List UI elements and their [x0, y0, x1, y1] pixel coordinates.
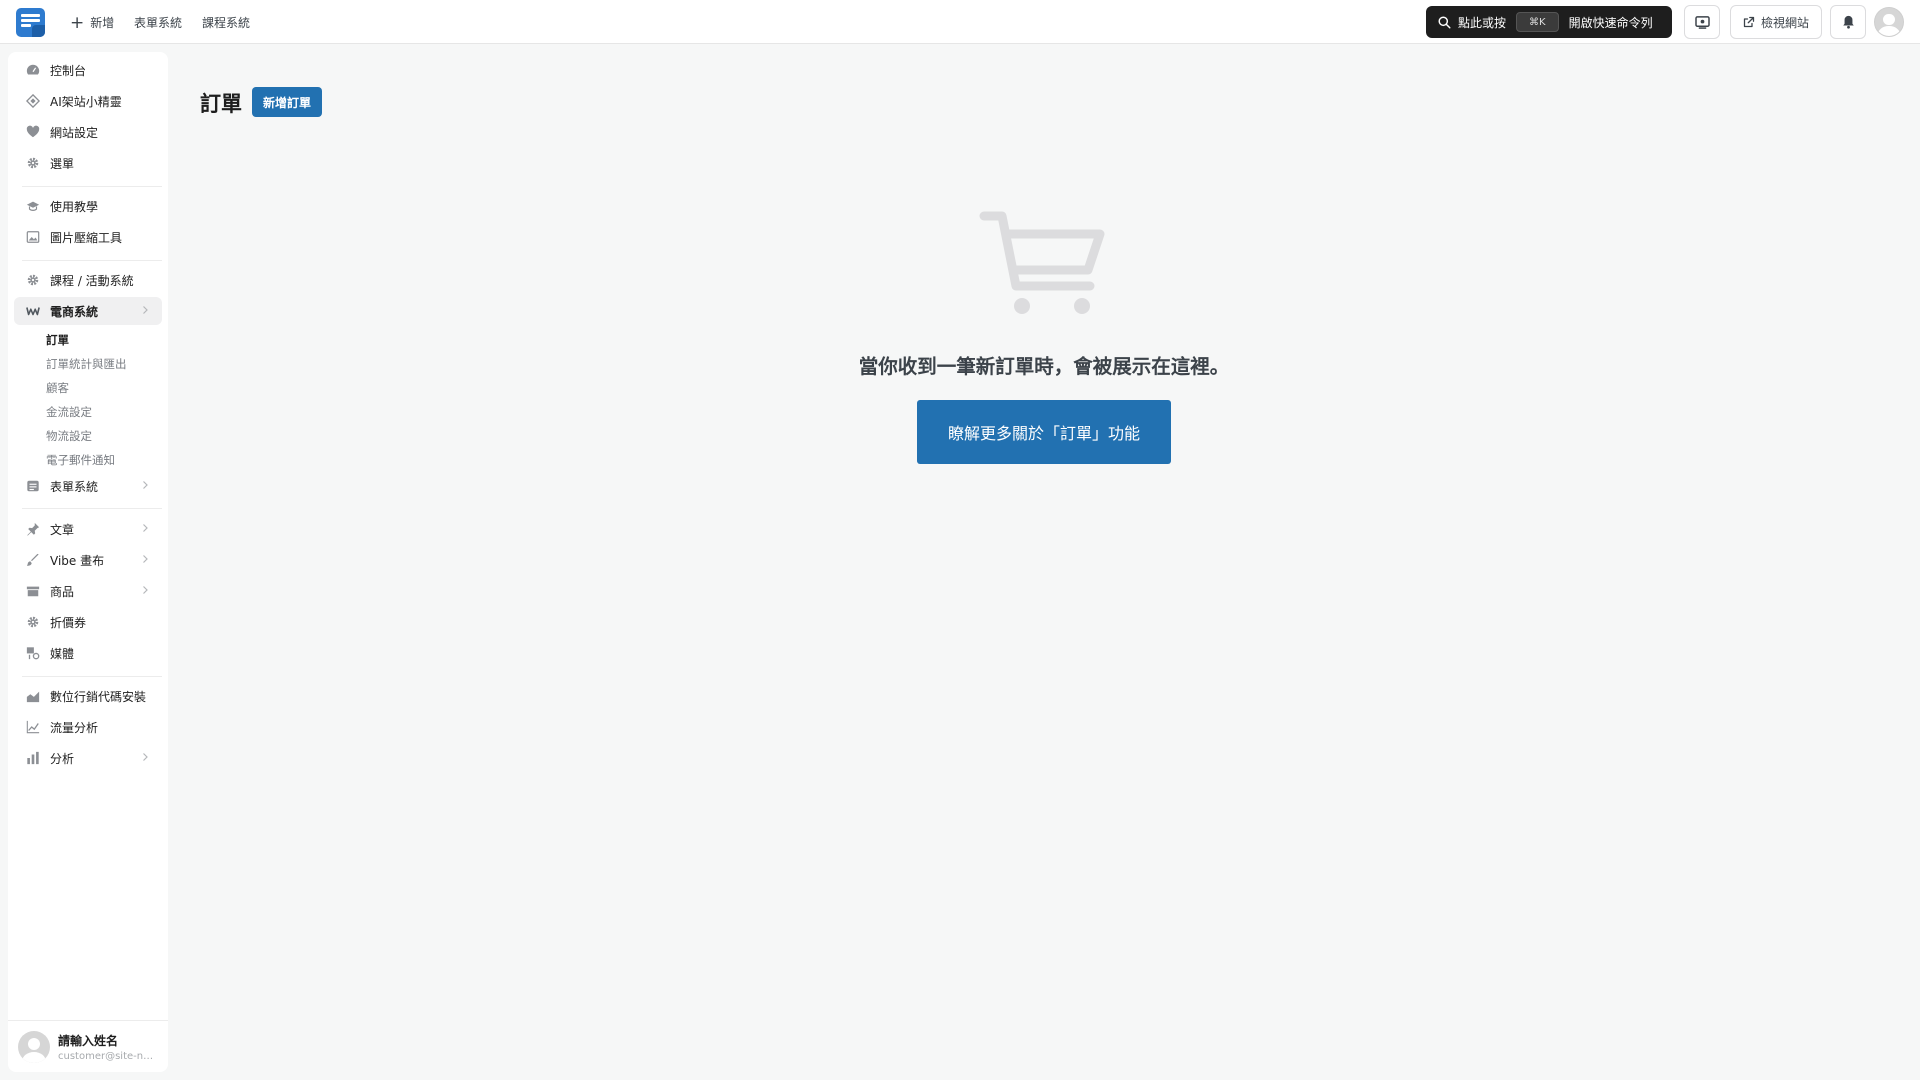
- gear-icon: [26, 615, 40, 629]
- shortcut-key: ⌘K: [1516, 12, 1559, 32]
- sidebar-item-media[interactable]: 媒體: [14, 639, 162, 667]
- bar-chart-icon: [26, 751, 40, 765]
- sidebar: 控制台 AI架站小精靈 網站設定 選單 使用教學 圖片壓縮工具 課程 / 活動系…: [8, 52, 168, 1072]
- sidebar-item-products[interactable]: 商品: [14, 577, 162, 605]
- image-compress-icon: [26, 230, 40, 244]
- notifications-button[interactable]: [1830, 5, 1866, 39]
- shopping-cart-icon: [979, 211, 1105, 314]
- sidebar-item-ecommerce[interactable]: 電商系統: [14, 297, 162, 325]
- sidebar-item-posts[interactable]: 文章: [14, 515, 162, 543]
- sidebar-item-forms[interactable]: 表單系統: [14, 472, 162, 500]
- learn-more-button[interactable]: 瞭解更多關於「訂單」功能: [917, 400, 1171, 464]
- ai-wizard-icon: [26, 94, 40, 108]
- avatar: [18, 1030, 50, 1063]
- pin-icon: [26, 522, 40, 536]
- sidebar-divider: [22, 676, 162, 677]
- page-title: 訂單: [200, 92, 242, 116]
- courses-system-link[interactable]: 課程系統: [202, 14, 250, 31]
- search-icon: [1438, 15, 1451, 29]
- form-icon: [26, 479, 40, 493]
- woo-icon: [26, 304, 40, 318]
- site-logo-icon[interactable]: [16, 8, 45, 37]
- sidebar-item-analytics[interactable]: 分析: [14, 744, 162, 772]
- view-site-button[interactable]: 檢視網站: [1730, 5, 1822, 39]
- sidebar-item-image-compress[interactable]: 圖片壓縮工具: [14, 223, 162, 251]
- line-chart-icon: [26, 720, 40, 734]
- user-name: 請輸入姓名: [58, 1033, 119, 1048]
- sidebar-item-menu[interactable]: 選單: [14, 149, 162, 177]
- chevron-right-icon: [143, 586, 148, 594]
- sidebar-item-dashboard[interactable]: 控制台: [14, 56, 162, 84]
- submenu-item-orders[interactable]: 訂單: [46, 332, 69, 348]
- brush-icon: [26, 553, 40, 567]
- sidebar-item-marketing-code[interactable]: 數位行銷代碼安裝: [14, 682, 162, 710]
- sidebar-divider: [22, 508, 162, 509]
- submenu-item-payment-settings[interactable]: 金流設定: [46, 404, 92, 420]
- sidebar-item-ai-wizard[interactable]: AI架站小精靈: [14, 87, 162, 115]
- sidebar-user-profile[interactable]: 請輸入姓名 customer@site-name.com: [8, 1020, 168, 1072]
- submenu-item-email-notifications[interactable]: 電子郵件通知: [46, 452, 115, 468]
- sidebar-item-traffic-analytics[interactable]: 流量分析: [14, 713, 162, 741]
- new-button[interactable]: + 新增: [70, 14, 114, 31]
- heart-icon: [26, 125, 40, 139]
- add-order-button[interactable]: 新增訂單: [252, 87, 323, 117]
- user-email: customer@site-name.com: [58, 1050, 158, 1062]
- chevron-right-icon: [143, 481, 148, 489]
- top-bar: + 新增 表單系統 課程系統 點此或按 ⌘K 開啟快速命令列 檢視網站: [0, 0, 1920, 44]
- sidebar-item-coupons[interactable]: 折價券: [14, 608, 162, 636]
- submenu-item-customers[interactable]: 顧客: [46, 380, 69, 396]
- command-palette-button[interactable]: 點此或按 ⌘K 開啟快速命令列: [1426, 6, 1672, 38]
- gear-icon: [26, 273, 40, 287]
- sidebar-item-site-settings[interactable]: 網站設定: [14, 118, 162, 146]
- media-icon: [26, 646, 40, 660]
- submenu-item-shipping-settings[interactable]: 物流設定: [46, 428, 92, 444]
- external-link-icon: [1743, 16, 1755, 28]
- sidebar-item-vibe-canvas[interactable]: Vibe 畫布: [14, 546, 162, 574]
- area-chart-icon: [26, 689, 40, 703]
- graduation-cap-icon: [26, 199, 40, 213]
- chevron-right-icon: [143, 524, 148, 532]
- gear-icon: [26, 156, 40, 170]
- chevron-right-icon: [143, 306, 148, 314]
- sidebar-divider: [22, 260, 162, 261]
- sidebar-item-tutorials[interactable]: 使用教學: [14, 192, 162, 220]
- preview-icon: [1694, 15, 1710, 29]
- chevron-right-icon: [143, 753, 148, 761]
- bell-icon: [1842, 15, 1854, 29]
- sidebar-item-courses-events[interactable]: 課程 / 活動系統: [14, 266, 162, 294]
- dashboard-icon: [26, 63, 40, 77]
- empty-state-message: 當你收到一筆新訂單時，會被展示在這裡。: [858, 355, 1230, 378]
- plus-icon: +: [70, 12, 85, 33]
- submenu-item-order-stats[interactable]: 訂單統計與匯出: [46, 356, 127, 372]
- chevron-right-icon: [143, 555, 148, 563]
- forms-system-link[interactable]: 表單系統: [134, 14, 182, 31]
- archive-icon: [26, 584, 40, 598]
- sidebar-divider: [22, 186, 162, 187]
- user-avatar[interactable]: [1874, 7, 1904, 37]
- preview-button[interactable]: [1684, 5, 1720, 39]
